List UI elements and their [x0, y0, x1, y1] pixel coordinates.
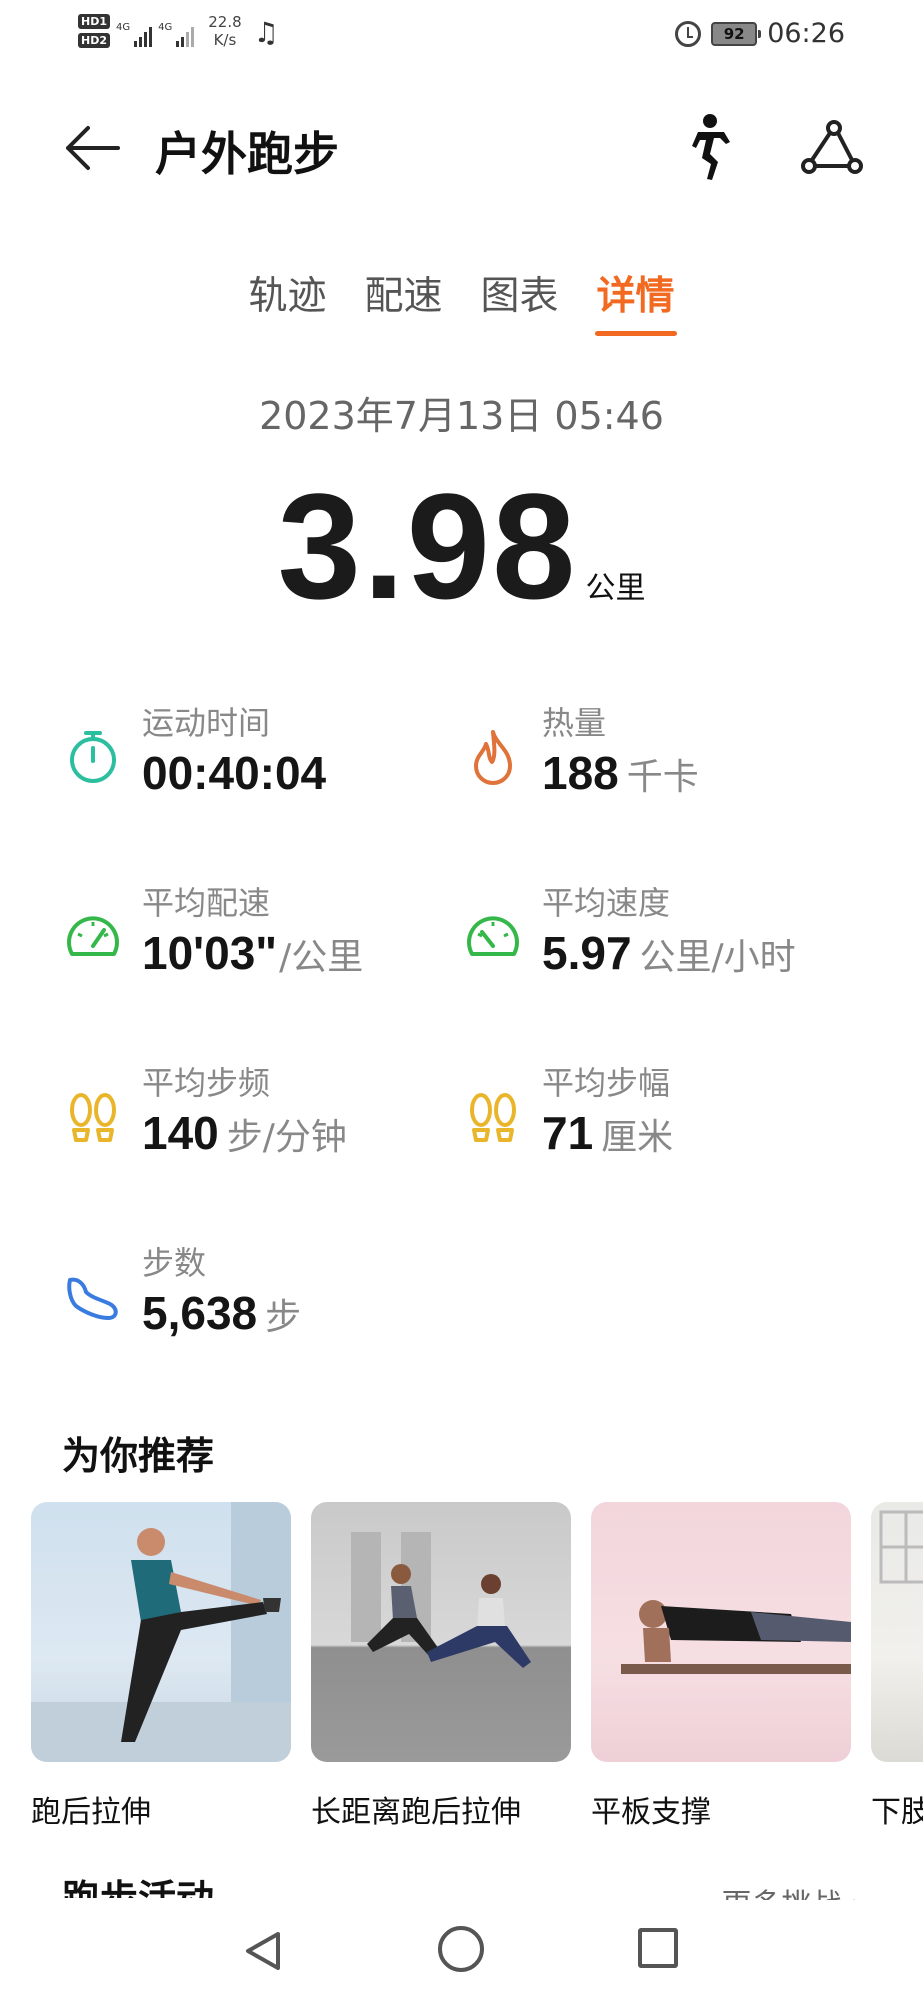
recommend-card-4[interactable]: 下肢	[871, 1502, 923, 1831]
hd-indicators: HD1 HD2	[78, 13, 110, 48]
tab-chart[interactable]: 图表	[462, 255, 578, 339]
nav-home-icon[interactable]	[438, 1926, 484, 1972]
stat-steps: 步数 5,638 步	[64, 1238, 444, 1340]
stat-avg-speed: 平均速度 5.97 公里/小时	[464, 878, 844, 980]
stretch-figure-illustration	[31, 1502, 291, 1762]
workout-detail-screen: HD1 HD2 4G 4G 22.8 K/s ♫ 92 06:26 户外跑步 轨…	[0, 0, 923, 2000]
distance-display: 3.98 公里	[0, 460, 923, 633]
back-arrow-icon[interactable]	[62, 122, 122, 174]
footprints-icon	[470, 1093, 516, 1142]
network-speed: 22.8 K/s	[208, 13, 241, 49]
nav-back-icon[interactable]	[240, 1928, 286, 1974]
stretch-photo	[31, 1502, 291, 1762]
recommend-card-2-caption: 长距离跑后拉伸	[311, 1795, 521, 1830]
activity-title: 跑步活动	[62, 1868, 214, 1898]
cadence-label: 平均步频	[142, 1064, 271, 1102]
gauge-icon	[67, 916, 119, 956]
avg-pace-value: 10'03"	[142, 927, 278, 979]
recommend-card-4-caption: 下肢	[871, 1795, 923, 1830]
avg-speed-label: 平均速度	[542, 884, 671, 922]
stat-duration: 运动时间 00:40:04	[64, 698, 444, 800]
recommend-card-3-caption: 平板支撑	[591, 1795, 711, 1830]
steps-label: 步数	[142, 1244, 207, 1282]
lower-body-photo	[871, 1502, 923, 1762]
network-type-2: 4G	[158, 22, 173, 33]
recommend-card-1[interactable]: 跑后拉伸	[31, 1502, 291, 1831]
running-figure-icon[interactable]	[680, 112, 736, 182]
avg-speed-unit: 公里/小时	[639, 937, 796, 978]
stride-value: 71	[542, 1107, 594, 1159]
app-header: 户外跑步	[0, 100, 923, 196]
distance-value: 3.98	[277, 462, 578, 630]
route-share-icon[interactable]	[800, 118, 864, 178]
calories-label: 热量	[542, 704, 607, 742]
recommend-card-2[interactable]: 长距离跑后拉伸	[311, 1502, 571, 1831]
network-type-1: 4G	[116, 22, 131, 33]
steps-value: 5,638	[142, 1287, 258, 1339]
status-left: HD1 HD2 4G 4G 22.8 K/s ♫	[78, 12, 279, 49]
nav-recent-apps-icon[interactable]	[638, 1928, 678, 1968]
footprints-icon	[70, 1093, 116, 1142]
window-illustration	[879, 1510, 923, 1584]
calories-value-row: 188 千卡	[542, 746, 699, 800]
hd1-badge: HD1	[78, 13, 110, 29]
cadence-value: 140	[142, 1107, 219, 1159]
page-title: 户外跑步	[155, 127, 339, 181]
network-speed-value: 22.8	[208, 12, 242, 31]
recommend-card-1-caption: 跑后拉伸	[31, 1795, 151, 1830]
long-run-stretch-photo	[311, 1502, 571, 1762]
battery-icon: 92	[711, 21, 762, 46]
duration-value: 00:40:04	[142, 747, 327, 799]
stat-avg-pace: 平均配速 10'03"/公里	[64, 878, 444, 980]
flame-icon	[474, 730, 512, 785]
lunge-figures-illustration	[351, 1532, 531, 1668]
signal-2-icon	[176, 25, 195, 47]
recommend-title: 为你推荐	[62, 1434, 215, 1478]
duration-label: 运动时间	[142, 704, 271, 742]
plank-photo	[591, 1502, 851, 1762]
avg-speed-value-row: 5.97 公里/小时	[542, 926, 796, 980]
stride-value-row: 71 厘米	[542, 1106, 673, 1160]
steps-unit: 步	[265, 1297, 302, 1338]
avg-pace-value-row: 10'03"/公里	[142, 926, 363, 980]
avg-speed-value: 5.97	[542, 927, 632, 979]
status-bar: HD1 HD2 4G 4G 22.8 K/s ♫ 92 06:26	[0, 0, 923, 72]
recommend-card-3[interactable]: 平板支撑	[591, 1502, 851, 1831]
shoe-icon	[67, 1277, 118, 1320]
stat-cadence: 平均步频 140 步/分钟	[64, 1058, 444, 1160]
stride-unit: 厘米	[601, 1117, 674, 1158]
stat-stride: 平均步幅 71 厘米	[464, 1058, 844, 1160]
signal-1-icon	[134, 25, 153, 47]
tab-details[interactable]: 详情	[578, 255, 694, 339]
avg-pace-unit: /公里	[279, 937, 364, 978]
stride-label: 平均步幅	[542, 1064, 671, 1102]
stat-calories: 热量 188 千卡	[464, 698, 844, 800]
cadence-unit: 步/分钟	[226, 1117, 347, 1158]
speedometer-icon	[467, 916, 519, 956]
status-right: 92 06:26	[675, 18, 845, 49]
duration-value-row: 00:40:04	[142, 746, 326, 800]
workout-datetime: 2023年7月13日 05:46	[259, 394, 664, 438]
plank-figure-illustration	[621, 1600, 851, 1674]
tab-track[interactable]: 轨迹	[229, 255, 345, 339]
alarm-icon	[675, 20, 702, 47]
tab-pace[interactable]: 配速	[345, 255, 461, 339]
system-nav-bar	[0, 1900, 923, 2000]
distance-unit: 公里	[585, 571, 646, 606]
calories-unit: 千卡	[626, 757, 699, 798]
music-note-icon: ♫	[253, 16, 279, 49]
network-speed-unit: K/s	[213, 30, 237, 49]
stopwatch-icon	[70, 731, 116, 783]
cadence-value-row: 140 步/分钟	[142, 1106, 347, 1160]
steps-value-row: 5,638 步	[142, 1286, 301, 1340]
status-time: 06:26	[767, 18, 845, 49]
tab-bar: 轨迹 配速 图表 详情	[0, 255, 923, 339]
calories-value: 188	[542, 747, 619, 799]
avg-pace-label: 平均配速	[142, 884, 271, 922]
more-challenges-link[interactable]: 更多挑战 ›	[721, 1880, 863, 1902]
hd2-badge: HD2	[78, 32, 110, 48]
